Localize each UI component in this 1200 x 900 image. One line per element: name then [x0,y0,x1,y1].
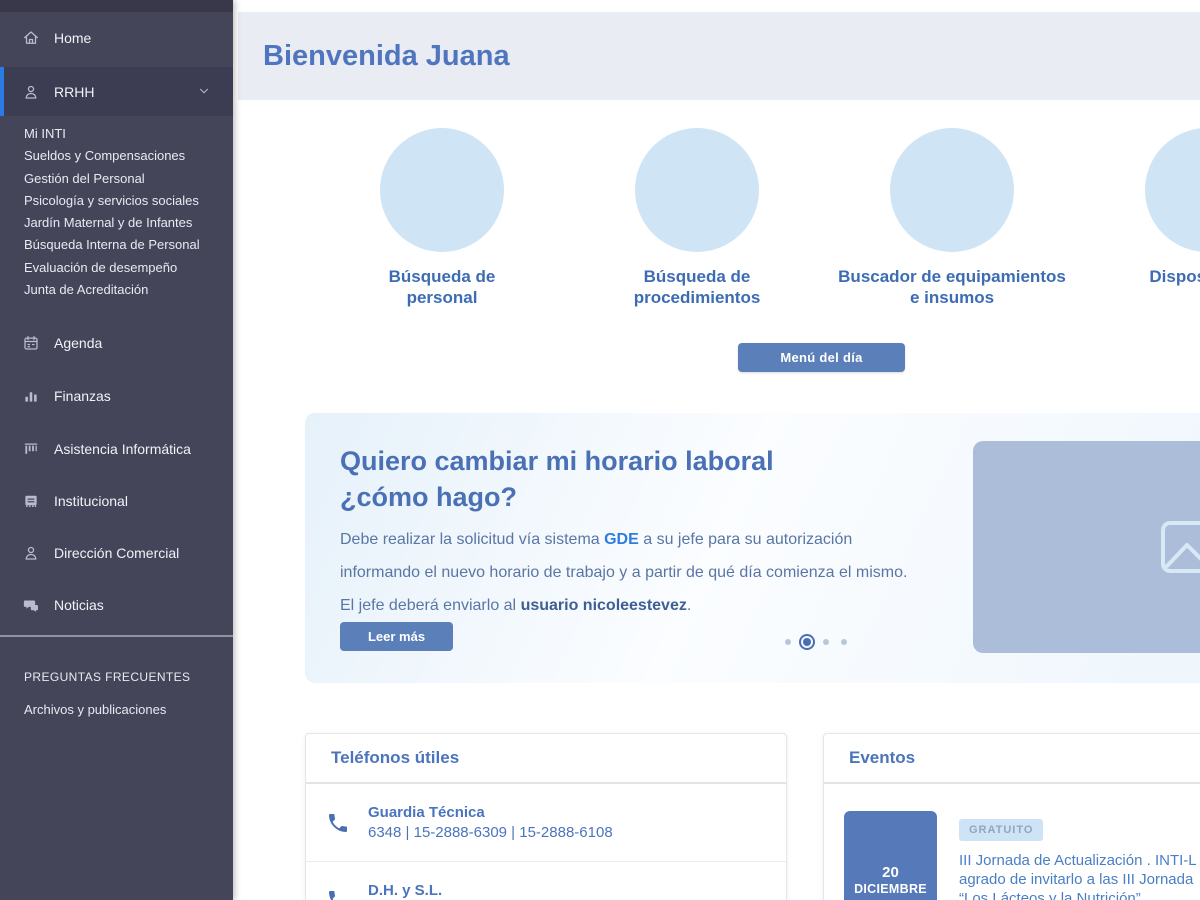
sidebar-item-label: RRHH [54,84,94,100]
submenu-item-mi-inti[interactable]: Mi INTI [24,123,224,145]
sidebar-item-label: Noticias [54,597,104,613]
gde-link[interactable]: GDE [604,531,639,548]
sidebar-item-label: Asistencia Informática [54,441,191,457]
event-badge-gratuito: GRATUITO [959,819,1043,841]
barcode-keyboard-icon [22,440,40,458]
person-icon [22,544,40,562]
submenu-item-busqueda-interna[interactable]: Búsqueda Interna de Personal [24,234,224,256]
event-item: 20 DICIEMBRE GRATUITO III Jornada de Act… [824,784,1200,900]
submenu-item-sueldos[interactable]: Sueldos y Compensaciones [24,145,224,167]
card-title: Teléfonos útiles [331,748,459,768]
carousel-dot-2-active[interactable] [803,638,811,646]
sidebar-item-rrhh[interactable]: RRHH [0,67,233,116]
sidebar-item-archivos-publicaciones[interactable]: Archivos y publicaciones [24,702,166,717]
carousel-dot-4[interactable] [841,639,847,645]
sidebar-item-noticias[interactable]: Noticias [0,587,233,623]
shortcut-label: Disposiciones [1092,266,1200,287]
faq-body-text: Debe realizar la solicitud vía sistema [340,531,604,548]
event-title-line[interactable]: agrado de invitarlo a las III Jornada [959,870,1197,889]
page-header: Bienvenida Juana [238,12,1200,100]
image-icon [1159,518,1200,576]
phone-entry-numbers: 6348 | 15-2888-6309 | 15-2888-6108 [368,824,613,841]
event-date-tile[interactable]: 20 DICIEMBRE [844,811,937,900]
shortcut-label: Búsqueda de procedimientos [610,266,785,308]
shortcut-circle-icon [890,128,1014,252]
menu-del-dia-button[interactable]: Menú del día [738,343,905,372]
sidebar-top-strip [0,0,233,12]
card-header: Teléfonos útiles [306,734,786,784]
sidebar-item-label: Dirección Comercial [54,545,179,561]
carousel-image-placeholder [973,441,1200,653]
shortcut-disposiciones[interactable]: Disposiciones [1087,128,1200,287]
sidebar-item-label: Home [54,30,91,46]
sidebar-item-label: Agenda [54,335,102,351]
sidebar-item-label: Institucional [54,493,128,509]
shortcut-label: Buscador de equipamientos e insumos [838,266,1066,308]
faq-title: Quiero cambiar mi horario laboral ¿cómo … [340,443,860,515]
shortcut-circle-icon [380,128,504,252]
page-title: Bienvenida Juana [263,40,510,73]
sidebar-item-institucional[interactable]: Institucional [0,483,233,519]
sidebar-item-finanzas[interactable]: Finanzas [0,378,233,414]
chevron-down-icon [197,84,211,98]
phone-entry-text: Guardia Técnica 6348 | 15-2888-6309 | 15… [368,804,613,841]
submenu-item-jardin[interactable]: Jardín Maternal y de Infantes [24,212,224,234]
carousel-dot-1[interactable] [785,639,791,645]
submenu-item-gestion-personal[interactable]: Gestión del Personal [24,168,224,190]
submenu-item-psicologia[interactable]: Psicología y servicios sociales [24,190,224,212]
submenu-item-junta[interactable]: Junta de Acreditación [24,279,224,301]
sidebar-item-direccion-comercial[interactable]: Dirección Comercial [0,535,233,571]
eventos-card: Eventos 20 DICIEMBRE GRATUITO III Jornad… [823,733,1200,900]
sidebar-item-home[interactable]: Home [0,12,233,64]
event-day: 20 [882,864,899,882]
shortcut-circle-icon [635,128,759,252]
rrhh-submenu: Mi INTI Sueldos y Compensaciones Gestión… [24,123,224,301]
phone-entry-dh-sl[interactable]: D.H. y S.L. 6510 / 6204 / 6117 | 4724 62… [306,861,786,900]
faq-carousel-card: Quiero cambiar mi horario laboral ¿cómo … [305,413,1200,683]
shortcut-circle-icon [1145,128,1200,252]
event-month: DICIEMBRE [854,882,927,896]
sidebar-item-label: Finanzas [54,388,111,404]
carousel-dot-3[interactable] [823,639,829,645]
sidebar-divider [0,635,233,637]
phone-entry-guardia-tecnica[interactable]: Guardia Técnica 6348 | 15-2888-6309 | 15… [306,784,786,861]
sidebar-item-agenda[interactable]: Agenda [0,325,233,361]
shortcut-label: Búsqueda de personal [367,266,517,308]
telefonos-utiles-card: Teléfonos útiles Guardia Técnica 6348 | … [305,733,787,900]
bar-chart-icon [22,387,40,405]
document-receipt-icon [22,492,40,510]
chat-bubbles-icon [22,596,40,614]
shortcut-buscador-equipamientos[interactable]: Buscador de equipamientos e insumos [832,128,1072,308]
shortcut-busqueda-procedimientos[interactable]: Búsqueda de procedimientos [577,128,817,308]
phone-entry-name: Guardia Técnica [368,804,613,821]
event-info: GRATUITO III Jornada de Actualización . … [959,811,1197,900]
sidebar-item-preguntas-frecuentes[interactable]: PREGUNTAS FRECUENTES [24,670,190,684]
phone-icon [326,811,350,835]
intranet-page: Home RRHH Mi INTI Sueldos y Compensacion… [0,0,1200,900]
card-header: Eventos [824,734,1200,784]
phone-entry-name: D.H. y S.L. [368,882,575,899]
card-title: Eventos [849,748,915,768]
event-title-line[interactable]: III Jornada de Actualización . INTI-L [959,851,1197,870]
submenu-item-evaluacion[interactable]: Evaluación de desempeño [24,257,224,279]
shortcut-busqueda-personal[interactable]: Búsqueda de personal [322,128,562,308]
person-icon [22,83,40,101]
phone-entry-text: D.H. y S.L. 6510 / 6204 / 6117 | 4724 62… [368,882,575,900]
event-title-line[interactable]: “Los Lácteos y la Nutrición” [959,889,1197,900]
faq-body-text: . [687,597,691,614]
phone-icon [326,888,350,900]
faq-body: Debe realizar la solicitud vía sistema G… [340,523,915,622]
home-icon [22,29,40,47]
sidebar-item-asistencia-informatica[interactable]: Asistencia Informática [0,431,233,467]
carousel-dots [785,638,847,646]
sidebar: Home RRHH Mi INTI Sueldos y Compensacion… [0,0,233,900]
calendar-icon [22,334,40,352]
leer-mas-button[interactable]: Leer más [340,622,453,651]
faq-user-highlight: usuario nicoleestevez [521,597,687,614]
